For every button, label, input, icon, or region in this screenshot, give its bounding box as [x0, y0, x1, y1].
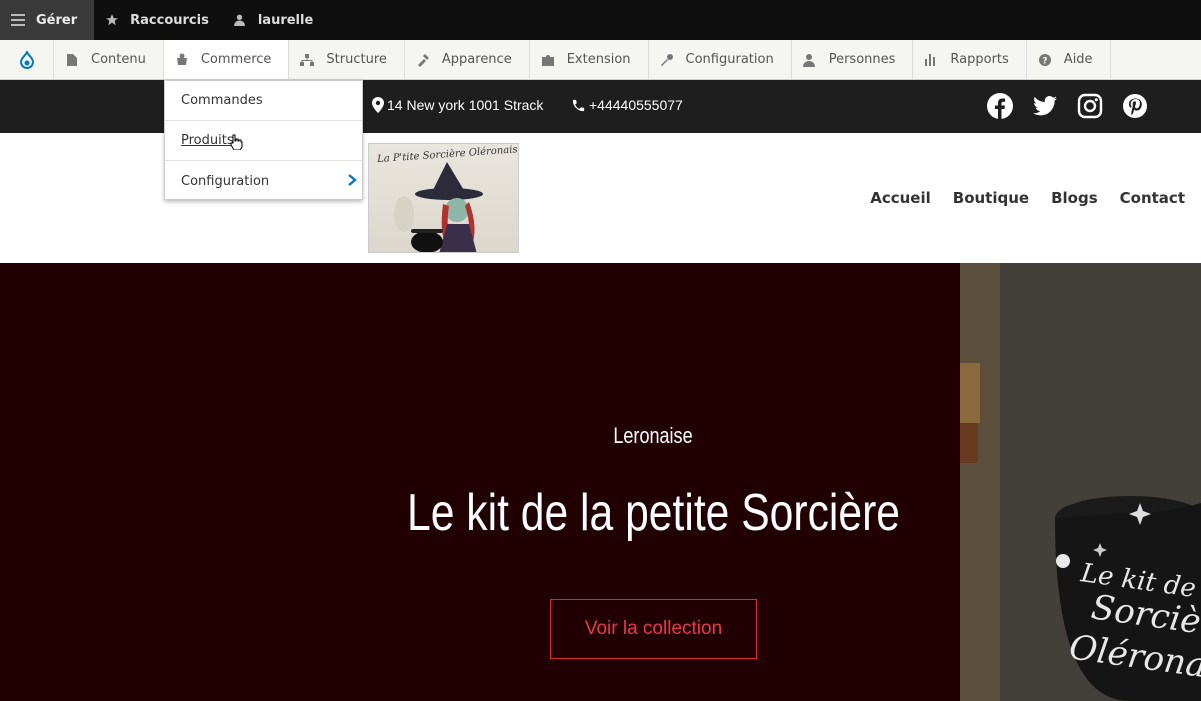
commerce-icon — [175, 53, 189, 67]
submenu-item-configuration-label: Configuration — [181, 173, 270, 189]
commerce-submenu: Commandes Produits Configuration — [164, 80, 363, 200]
file-icon — [65, 53, 79, 67]
admin-tray: Contenu Commerce Structure Apparence Ext… — [0, 40, 1201, 80]
structure-icon — [300, 53, 315, 67]
tab-extension-label: Extension — [566, 52, 631, 67]
map-pin-icon — [372, 97, 384, 113]
manage-button[interactable]: Gérer — [0, 0, 95, 40]
tab-structure[interactable]: Structure — [289, 40, 405, 79]
submenu-item-products[interactable]: Produits — [165, 121, 362, 161]
bar-chart-icon — [924, 53, 938, 67]
site-logo[interactable]: La P'tite Sorcière Oléronaise — [368, 143, 519, 253]
tab-appearance[interactable]: Apparence — [405, 40, 530, 79]
tab-content[interactable]: Contenu — [54, 40, 164, 79]
phone: +44440555077 — [571, 97, 683, 113]
address: 14 New york 1001 Strack — [372, 97, 543, 113]
tab-extension[interactable]: Extension — [530, 40, 649, 79]
tab-commerce-label: Commerce — [200, 52, 272, 67]
submenu-item-orders-label: Commandes — [181, 93, 263, 108]
instagram-icon[interactable] — [1077, 93, 1103, 119]
view-collection-button[interactable]: Voir la collection — [550, 599, 757, 659]
submenu-item-configuration[interactable]: Configuration — [165, 161, 362, 201]
tab-configuration-label: Configuration — [685, 52, 774, 67]
paintbrush-icon — [416, 53, 430, 67]
wrench-icon — [660, 53, 674, 67]
phone-text: +44440555077 — [589, 97, 683, 113]
tab-structure-label: Structure — [326, 52, 387, 67]
help-icon: ? — [1038, 53, 1052, 67]
shortcuts-label: Raccourcis — [130, 12, 209, 28]
tab-help-label: Aide — [1063, 52, 1093, 67]
chevron-right-icon — [348, 174, 357, 186]
tab-reports-label: Rapports — [950, 52, 1009, 67]
nav-home[interactable]: Accueil — [870, 189, 931, 207]
manage-label: Gérer — [36, 12, 78, 28]
twitter-icon[interactable] — [1032, 93, 1058, 119]
main-nav: Accueil Boutique Blogs Contact — [848, 189, 1185, 207]
tab-people-label: Personnes — [828, 52, 896, 67]
tab-commerce[interactable]: Commerce — [163, 40, 290, 79]
nav-shop[interactable]: Boutique — [953, 189, 1029, 207]
puzzle-icon — [541, 53, 555, 67]
hero-title: Le kit de la petite Sorcière — [407, 484, 901, 542]
menu-icon — [9, 11, 27, 29]
witch-illustration — [394, 162, 483, 252]
submenu-item-products-label: Produits — [181, 133, 234, 148]
facebook-icon[interactable] — [987, 93, 1013, 119]
hero-product-photo: Le kit de la Sorcière Oléronaise — [960, 263, 1201, 701]
user-label: laurelle — [257, 12, 314, 28]
tab-help[interactable]: ? Aide — [1027, 40, 1111, 79]
shortcuts-button[interactable]: Raccourcis — [94, 0, 222, 40]
hand-cursor-icon — [230, 134, 243, 150]
cauldron-image: Le kit de la Sorcière Oléronaise — [960, 263, 1201, 701]
user-button[interactable]: laurelle — [222, 0, 326, 40]
phone-icon — [572, 99, 585, 111]
admin-toolbar: Gérer Raccourcis laurelle — [0, 0, 1201, 40]
drupal-home-link[interactable] — [0, 40, 54, 79]
tab-configuration[interactable]: Configuration — [649, 40, 792, 79]
svg-text:?: ? — [1042, 56, 1047, 66]
submenu-item-orders[interactable]: Commandes — [165, 81, 362, 121]
tab-appearance-label: Apparence — [441, 52, 512, 67]
drupal-icon — [19, 50, 34, 69]
user-icon — [231, 11, 249, 29]
star-icon — [103, 11, 121, 29]
address-text: 14 New york 1001 Strack — [387, 97, 544, 113]
hero-subtitle: Leronaise — [613, 423, 693, 448]
nav-blogs[interactable]: Blogs — [1051, 189, 1098, 207]
people-icon — [802, 53, 817, 67]
nav-contact[interactable]: Contact — [1120, 189, 1185, 207]
tab-content-label: Contenu — [91, 52, 146, 67]
hero-banner: Le kit de la Sorcière Oléronaise Leronai… — [0, 263, 1201, 701]
pinterest-icon[interactable] — [1122, 93, 1148, 119]
tab-reports[interactable]: Rapports — [913, 40, 1027, 79]
tab-people[interactable]: Personnes — [792, 40, 914, 79]
